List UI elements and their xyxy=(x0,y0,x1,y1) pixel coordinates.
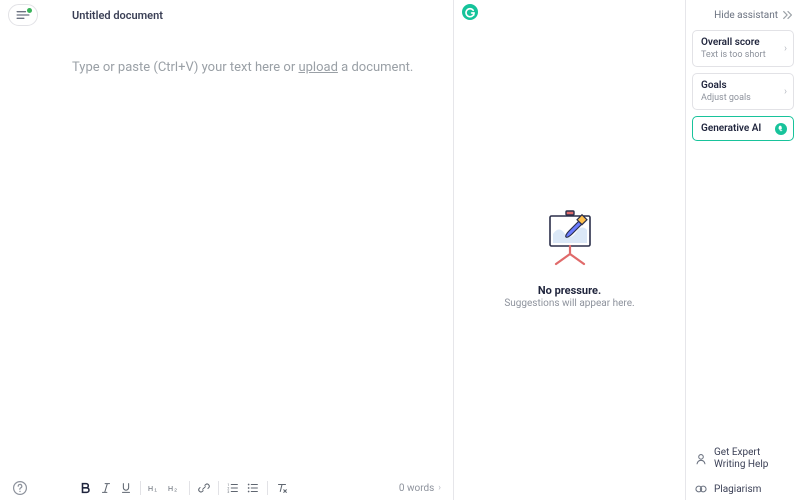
bold-icon xyxy=(79,481,93,495)
link-icon xyxy=(197,481,211,495)
italic-button[interactable] xyxy=(97,479,115,497)
clear-formatting-button[interactable] xyxy=(273,479,291,497)
placeholder-text: Type or paste (Ctrl+V) your text here or xyxy=(72,60,298,75)
expert-icon xyxy=(694,452,708,466)
word-count-label: 0 words xyxy=(399,483,434,494)
bold-button[interactable] xyxy=(77,479,95,497)
expert-help-line1: Get Expert xyxy=(714,447,768,459)
italic-icon xyxy=(99,481,113,495)
plagiarism-label: Plagiarism xyxy=(714,484,761,495)
sidebar-pane: Hide assistant Overall score Text is too… xyxy=(686,0,800,500)
chevron-double-right-icon xyxy=(782,10,794,20)
help-icon xyxy=(12,480,28,496)
empty-state-title: No pressure. xyxy=(454,284,685,297)
upload-link[interactable]: upload xyxy=(298,60,337,75)
svg-text:H: H xyxy=(148,486,153,493)
unordered-list-button[interactable] xyxy=(244,479,262,497)
svg-text:H: H xyxy=(168,486,173,493)
help-button[interactable] xyxy=(12,480,28,496)
placeholder-text-post: a document. xyxy=(338,60,413,75)
h1-icon: H1 xyxy=(148,481,162,495)
svg-text:2: 2 xyxy=(174,488,177,494)
plagiarism-icon xyxy=(694,482,708,496)
expert-help-line2: Writing Help xyxy=(714,459,768,471)
chevron-right-icon: › xyxy=(784,86,787,97)
ordered-list-icon: 123 xyxy=(226,481,240,495)
unordered-list-icon xyxy=(246,481,260,495)
plagiarism-button[interactable]: Plagiarism xyxy=(692,476,794,500)
svg-text:3: 3 xyxy=(227,490,229,494)
word-count[interactable]: 0 words › xyxy=(399,483,441,494)
h2-button[interactable]: H2 xyxy=(166,479,184,497)
menu-button[interactable] xyxy=(8,4,38,26)
goals-sub: Adjust goals xyxy=(701,93,785,103)
underline-icon xyxy=(119,481,133,495)
generative-ai-badge-icon xyxy=(775,123,787,135)
document-title[interactable]: Untitled document xyxy=(72,9,163,22)
svg-text:1: 1 xyxy=(154,488,157,494)
overall-score-title: Overall score xyxy=(701,37,785,48)
editor-body[interactable]: Type or paste (Ctrl+V) your text here or… xyxy=(72,60,423,75)
clear-formatting-icon xyxy=(275,481,289,495)
goals-card[interactable]: Goals Adjust goals › xyxy=(692,73,794,110)
expert-help-button[interactable]: Get Expert Writing Help xyxy=(692,441,794,476)
h1-button[interactable]: H1 xyxy=(146,479,164,497)
hide-assistant-label: Hide assistant xyxy=(714,10,778,21)
chevron-right-icon: › xyxy=(784,43,787,54)
empty-state-illustration xyxy=(454,210,685,266)
overall-score-sub: Text is too short xyxy=(701,50,785,60)
editor-pane: Untitled document Type or paste (Ctrl+V)… xyxy=(0,0,454,500)
notification-dot-icon xyxy=(27,8,32,13)
overall-score-card[interactable]: Overall score Text is too short › xyxy=(692,30,794,67)
link-button[interactable] xyxy=(195,479,213,497)
empty-state-subtitle: Suggestions will appear here. xyxy=(454,298,685,309)
goals-title: Goals xyxy=(701,80,785,91)
ordered-list-button[interactable]: 123 xyxy=(224,479,242,497)
hide-assistant-button[interactable]: Hide assistant xyxy=(692,6,794,24)
grammarly-logo-icon xyxy=(462,4,478,20)
generative-ai-card[interactable]: Generative AI xyxy=(692,116,794,141)
generative-ai-title: Generative AI xyxy=(701,123,785,134)
chevron-right-icon: › xyxy=(438,483,441,493)
h2-icon: H2 xyxy=(168,481,182,495)
editor-toolbar: H1 H2 123 0 words › xyxy=(0,476,453,500)
underline-button[interactable] xyxy=(117,479,135,497)
suggestions-pane: No pressure. Suggestions will appear her… xyxy=(454,0,686,500)
